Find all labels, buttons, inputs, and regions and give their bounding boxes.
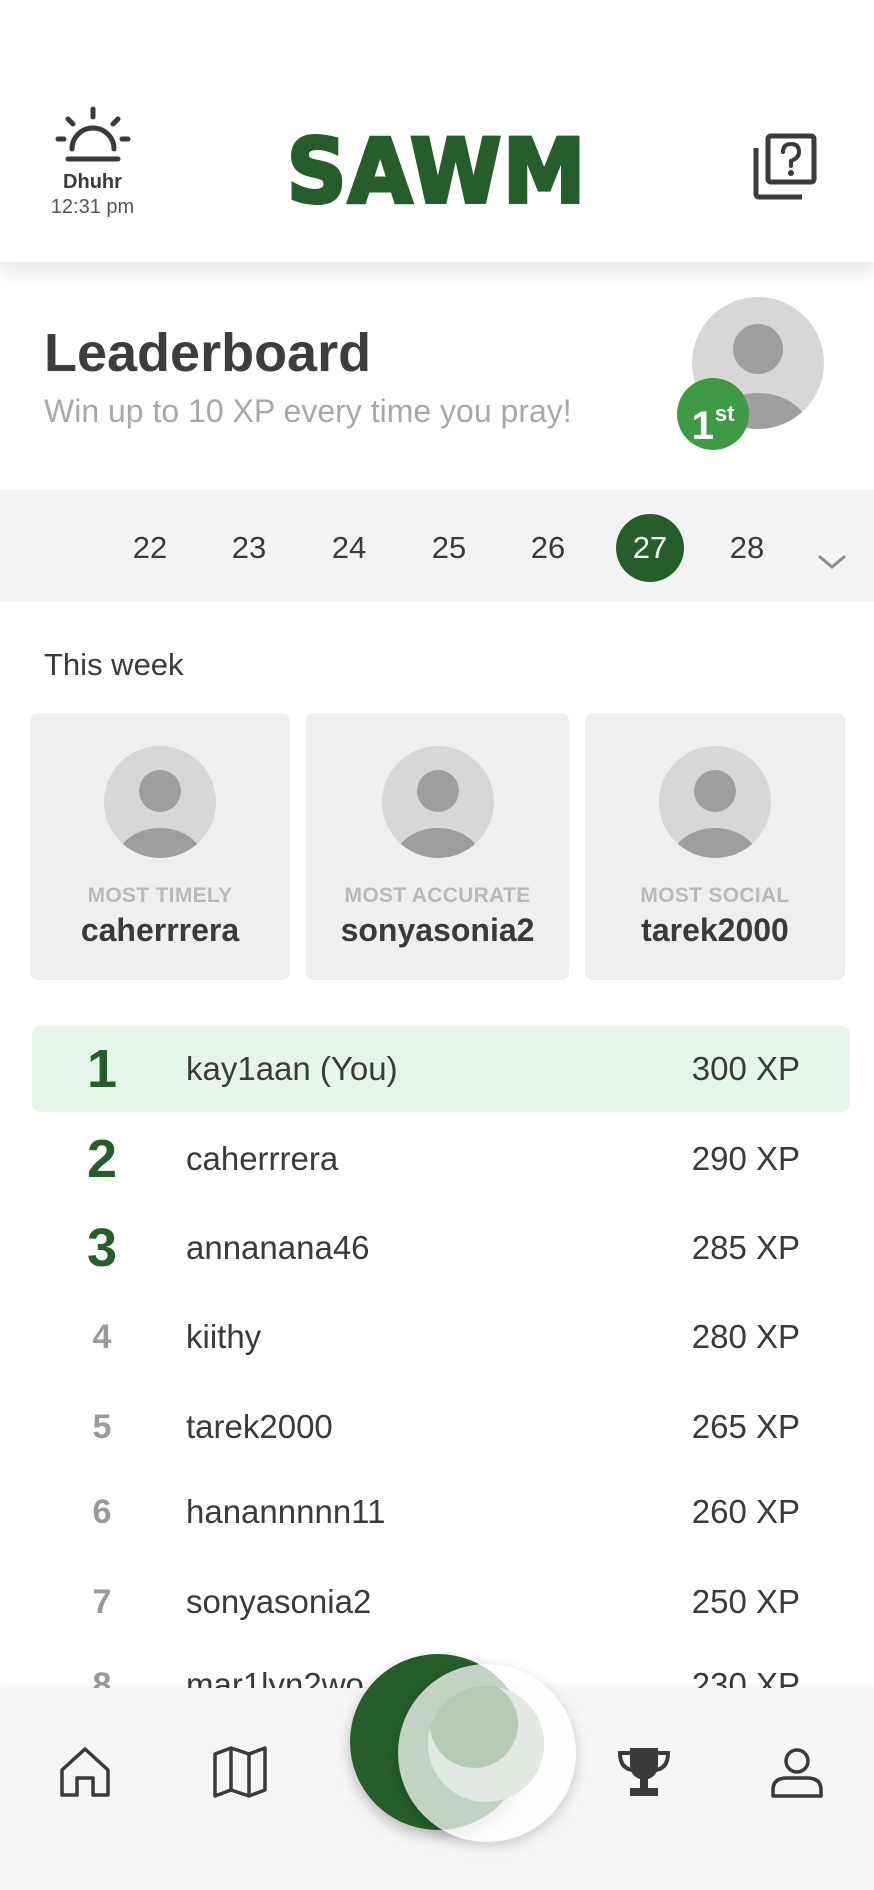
ranking-row[interactable]: 3 annanana46 285 XP bbox=[32, 1205, 850, 1291]
app-logo: SAWM bbox=[285, 120, 587, 220]
row-username: sonyasonia2 bbox=[186, 1583, 372, 1620]
current-prayer[interactable]: Dhuhr 12:31 pm bbox=[40, 105, 145, 219]
day-23[interactable]: 23 bbox=[215, 514, 283, 582]
avatar bbox=[104, 746, 216, 858]
ranking-row[interactable]: 4 kiithy 280 XP bbox=[32, 1294, 850, 1380]
row-rank: 6 bbox=[92, 1493, 112, 1531]
day-24[interactable]: 24 bbox=[315, 514, 383, 582]
map-icon[interactable] bbox=[212, 1744, 268, 1800]
row-rank: 3 bbox=[86, 1218, 118, 1278]
award-category: MOST ACCURATE bbox=[344, 884, 531, 907]
row-xp: 300 XP bbox=[691, 1050, 800, 1087]
section-title-this-week: This week bbox=[44, 647, 184, 682]
day-28[interactable]: 28 bbox=[713, 514, 781, 582]
award-category: MOST SOCIAL bbox=[640, 884, 790, 907]
help-icon[interactable] bbox=[750, 132, 820, 202]
row-username: tarek2000 bbox=[186, 1408, 333, 1445]
row-xp: 265 XP bbox=[691, 1408, 800, 1445]
row-xp: 290 XP bbox=[691, 1140, 800, 1177]
row-username: annanana46 bbox=[186, 1229, 370, 1266]
user-rank-badge: 1st bbox=[677, 378, 749, 450]
ranking-row-current-user[interactable]: 1 kay1aan (You) 300 XP bbox=[32, 1026, 850, 1112]
award-category: MOST TIMELY bbox=[87, 884, 233, 907]
award-username: sonyasonia2 bbox=[340, 912, 535, 948]
row-rank: 1 bbox=[86, 1039, 118, 1099]
award-username: caherrrera bbox=[80, 912, 240, 948]
ranking-row[interactable]: 7 sonyasonia2 250 XP bbox=[32, 1559, 850, 1645]
profile-icon[interactable] bbox=[769, 1744, 825, 1800]
page-title: Leaderboard bbox=[44, 323, 372, 383]
row-rank: 7 bbox=[92, 1583, 112, 1621]
award-card-most-timely[interactable]: MOST TIMELY caherrrera bbox=[30, 713, 290, 980]
day-selector: 22 23 24 25 26 27 28 bbox=[0, 490, 874, 602]
row-username: hanannnnn11 bbox=[186, 1493, 386, 1530]
row-rank: 5 bbox=[92, 1408, 112, 1446]
row-username: kay1aan (You) bbox=[186, 1050, 398, 1087]
row-rank: 2 bbox=[86, 1129, 118, 1189]
home-icon[interactable] bbox=[57, 1744, 113, 1800]
row-rank: 4 bbox=[92, 1318, 112, 1356]
day-22[interactable]: 22 bbox=[116, 514, 184, 582]
day-27-selected[interactable]: 27 bbox=[616, 514, 684, 582]
prayer-name: Dhuhr bbox=[63, 171, 122, 193]
sunrise-icon bbox=[55, 106, 130, 162]
row-xp: 250 XP bbox=[691, 1583, 800, 1620]
logo-text: SAWM bbox=[287, 120, 587, 220]
prayer-button-overlay[interactable] bbox=[398, 1664, 576, 1842]
chevron-down-icon[interactable] bbox=[816, 552, 848, 572]
ranking-row[interactable]: 6 hanannnnn11 260 XP bbox=[32, 1469, 850, 1555]
trophy-icon[interactable] bbox=[616, 1744, 672, 1800]
day-26[interactable]: 26 bbox=[514, 514, 582, 582]
app-header: Dhuhr 12:31 pm SAWM bbox=[0, 0, 874, 262]
row-username: kiithy bbox=[186, 1318, 262, 1355]
award-card-most-accurate[interactable]: MOST ACCURATE sonyasonia2 bbox=[306, 713, 569, 980]
award-username: tarek2000 bbox=[641, 912, 789, 948]
page-subtitle: Win up to 10 XP every time you pray! bbox=[44, 393, 572, 429]
day-25[interactable]: 25 bbox=[415, 514, 483, 582]
row-xp: 285 XP bbox=[691, 1229, 800, 1266]
ranking-row[interactable]: 2 caherrrera 290 XP bbox=[32, 1116, 850, 1202]
avatar bbox=[381, 746, 494, 858]
prayer-time: 12:31 pm bbox=[50, 196, 135, 218]
avatar bbox=[659, 746, 771, 858]
row-xp: 260 XP bbox=[691, 1493, 800, 1530]
ranking-row[interactable]: 5 tarek2000 265 XP bbox=[32, 1384, 850, 1470]
row-xp: 280 XP bbox=[691, 1318, 800, 1355]
award-card-most-social[interactable]: MOST SOCIAL tarek2000 bbox=[585, 713, 845, 980]
row-username: caherrrera bbox=[186, 1140, 339, 1177]
crescent-moon-icon bbox=[428, 1686, 544, 1802]
